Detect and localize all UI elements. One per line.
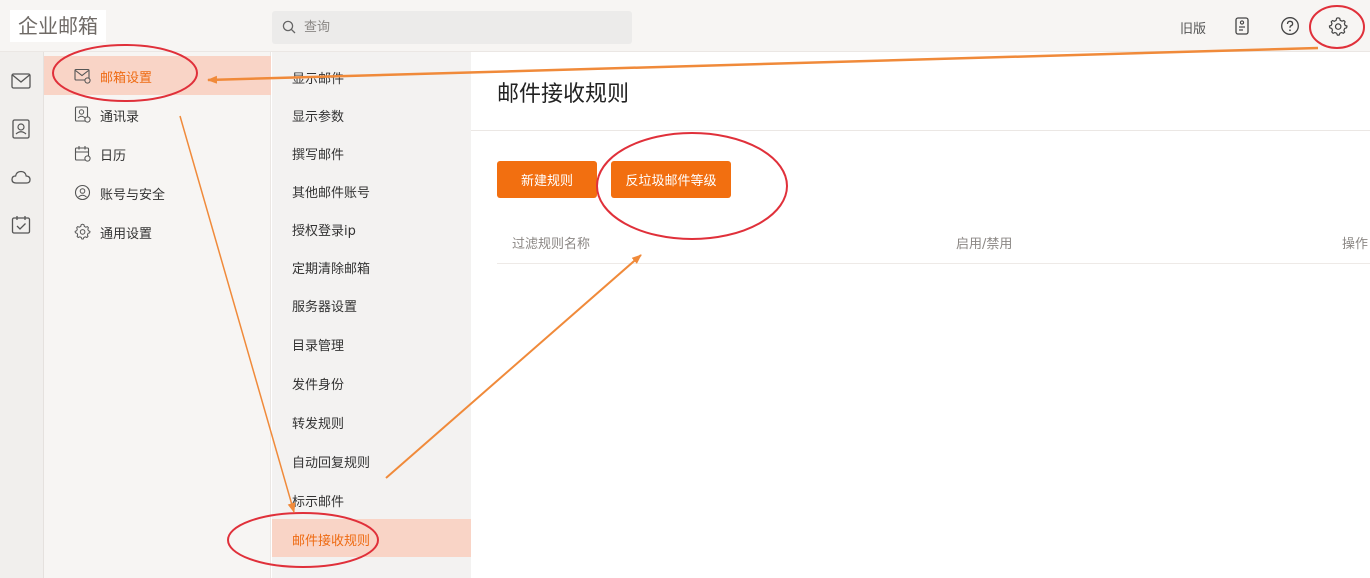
settings-nav-mailbox[interactable]: 邮箱设置 [44, 56, 271, 95]
subnav-label: 显示邮件 [292, 72, 345, 87]
subnav-label: 服务器设置 [292, 300, 358, 315]
settings-nav-account-security[interactable]: 账号与安全 [44, 173, 271, 212]
new-rule-button[interactable]: 新建规则 [497, 161, 597, 198]
search-icon [282, 20, 296, 34]
column-header-actions: 操作 [1342, 237, 1369, 252]
calendar-settings-icon [74, 146, 91, 162]
mail-settings-icon [74, 68, 91, 84]
settings-nav-label: 通用设置 [100, 227, 153, 242]
subnav-label: 撰写邮件 [292, 148, 345, 163]
antispam-level-button[interactable]: 反垃圾邮件等级 [611, 161, 731, 198]
subnav-other-accounts[interactable]: 其他邮件账号 [272, 171, 471, 209]
main-panel: 邮件接收规则 新建规则 反垃圾邮件等级 过滤规则名称 启用/禁用 操作 [471, 52, 1370, 578]
settings-nav-label: 通讯录 [100, 110, 140, 125]
settings-nav-label: 邮箱设置 [100, 71, 153, 86]
subnav-auto-reply[interactable]: 自动回复规则 [272, 441, 471, 479]
settings-nav: 邮箱设置 通讯录 日历 账号与安全 通用设置 [44, 52, 271, 578]
help-icon[interactable] [1280, 16, 1300, 36]
settings-nav-label: 日历 [100, 149, 127, 164]
gear-icon [74, 223, 91, 240]
subnav-authorized-ip[interactable]: 授权登录ip [272, 209, 471, 247]
subnav-display-mail[interactable]: 显示邮件 [272, 57, 471, 95]
subnav-label: 自动回复规则 [292, 456, 371, 471]
title-divider [471, 130, 1370, 131]
settings-nav-calendar[interactable]: 日历 [44, 134, 271, 173]
settings-nav-contacts[interactable]: 通讯录 [44, 95, 271, 134]
subnav-auto-clean[interactable]: 定期清除邮箱 [272, 247, 471, 285]
settings-nav-label: 账号与安全 [100, 188, 166, 203]
subnav-label: 邮件接收规则 [292, 534, 371, 549]
mobile-icon[interactable] [1232, 16, 1252, 36]
calendar-check-icon[interactable] [10, 214, 32, 236]
app-logo[interactable]: 企业邮箱 [10, 10, 106, 42]
table-header-divider [497, 263, 1370, 264]
old-version-link[interactable]: 旧版 [1180, 18, 1206, 37]
subnav-display-params[interactable]: 显示参数 [272, 95, 471, 133]
subnav-flag-mail[interactable]: 标示邮件 [272, 480, 471, 518]
subnav-label: 转发规则 [292, 417, 345, 432]
subnav-label: 发件身份 [292, 378, 345, 393]
settings-gear-icon[interactable] [1328, 16, 1348, 36]
subnav-label: 目录管理 [292, 339, 345, 354]
top-header: 企业邮箱 旧版 [0, 0, 1370, 52]
column-header-rule-name: 过滤规则名称 [512, 237, 591, 252]
column-header-enabled: 启用/禁用 [956, 237, 1013, 252]
mailbox-settings-subnav: 显示邮件 显示参数 撰写邮件 其他邮件账号 授权登录ip 定期清除邮箱 服务器设… [272, 52, 471, 578]
mail-icon[interactable] [10, 70, 32, 92]
subnav-receive-rules[interactable]: 邮件接收规则 [272, 519, 471, 557]
subnav-label: 定期清除邮箱 [292, 262, 371, 277]
subnav-compose[interactable]: 撰写邮件 [272, 133, 471, 171]
search-box[interactable] [272, 11, 632, 44]
subnav-label: 授权登录ip [292, 224, 356, 239]
subnav-label: 标示邮件 [292, 495, 345, 510]
contacts-icon[interactable] [10, 118, 32, 140]
subnav-forward-rules[interactable]: 转发规则 [272, 402, 471, 440]
cloud-icon[interactable] [10, 166, 32, 188]
contacts-settings-icon [74, 106, 91, 123]
settings-nav-general[interactable]: 通用设置 [44, 212, 271, 251]
page-title: 邮件接收规则 [497, 82, 630, 107]
subnav-sender-identity[interactable]: 发件身份 [272, 363, 471, 401]
search-input[interactable] [304, 11, 624, 44]
subnav-label: 其他邮件账号 [292, 186, 371, 201]
subnav-folder-manage[interactable]: 目录管理 [272, 324, 471, 362]
subnav-label: 显示参数 [292, 110, 345, 125]
app-rail [0, 52, 44, 578]
subnav-server-settings[interactable]: 服务器设置 [272, 285, 471, 323]
account-icon [74, 184, 91, 201]
